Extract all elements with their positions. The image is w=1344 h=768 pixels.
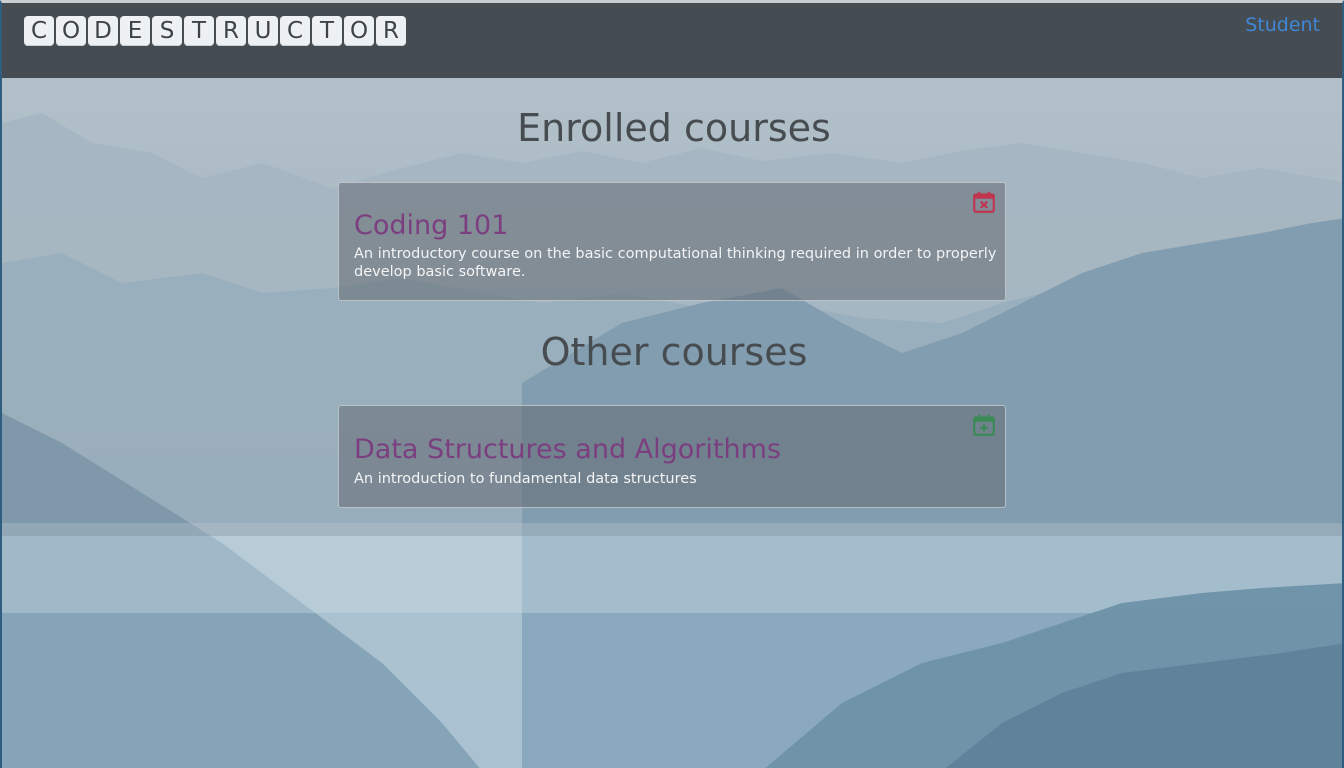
course-card-coding-101[interactable]: Coding 101 An introductory course on the… (338, 182, 1006, 301)
logo-letter-tile: E (120, 16, 150, 46)
courses-panel: Enrolled courses Coding 101 An introduct… (2, 78, 1342, 536)
enrolled-courses-heading: Enrolled courses (517, 106, 831, 150)
top-navbar: C O D E S T R U C T O R Student (2, 3, 1342, 78)
codestructor-logo[interactable]: C O D E S T R U C T O R (24, 16, 406, 46)
logo-letter-tile: C (24, 16, 54, 46)
course-description: An introduction to fundamental data stru… (354, 471, 697, 487)
course-description: An introductory course on the basic comp… (354, 246, 997, 280)
logo-letter-tile: O (56, 16, 86, 46)
logo-letter-tile: D (88, 16, 118, 46)
logo-letter-tile: C (280, 16, 310, 46)
course-title: Coding 101 (354, 210, 509, 241)
course-card-data-structures[interactable]: Data Structures and Algorithms An introd… (338, 405, 1006, 508)
logo-letter-tile: T (184, 16, 214, 46)
logo-letter-tile: S (152, 16, 182, 46)
other-courses-heading: Other courses (540, 330, 808, 374)
logo-letter-tile: R (216, 16, 246, 46)
logo-letter-tile: O (344, 16, 374, 46)
logo-letter-tile: R (376, 16, 406, 46)
calendar-remove-icon[interactable] (971, 189, 997, 215)
student-menu-link[interactable]: Student (1245, 14, 1320, 36)
logo-letter-tile: U (248, 16, 278, 46)
app-window: C O D E S T R U C T O R Student Enrolled… (0, 0, 1344, 768)
calendar-add-icon[interactable] (971, 412, 997, 438)
course-title: Data Structures and Algorithms (354, 434, 781, 465)
logo-letter-tile: T (312, 16, 342, 46)
